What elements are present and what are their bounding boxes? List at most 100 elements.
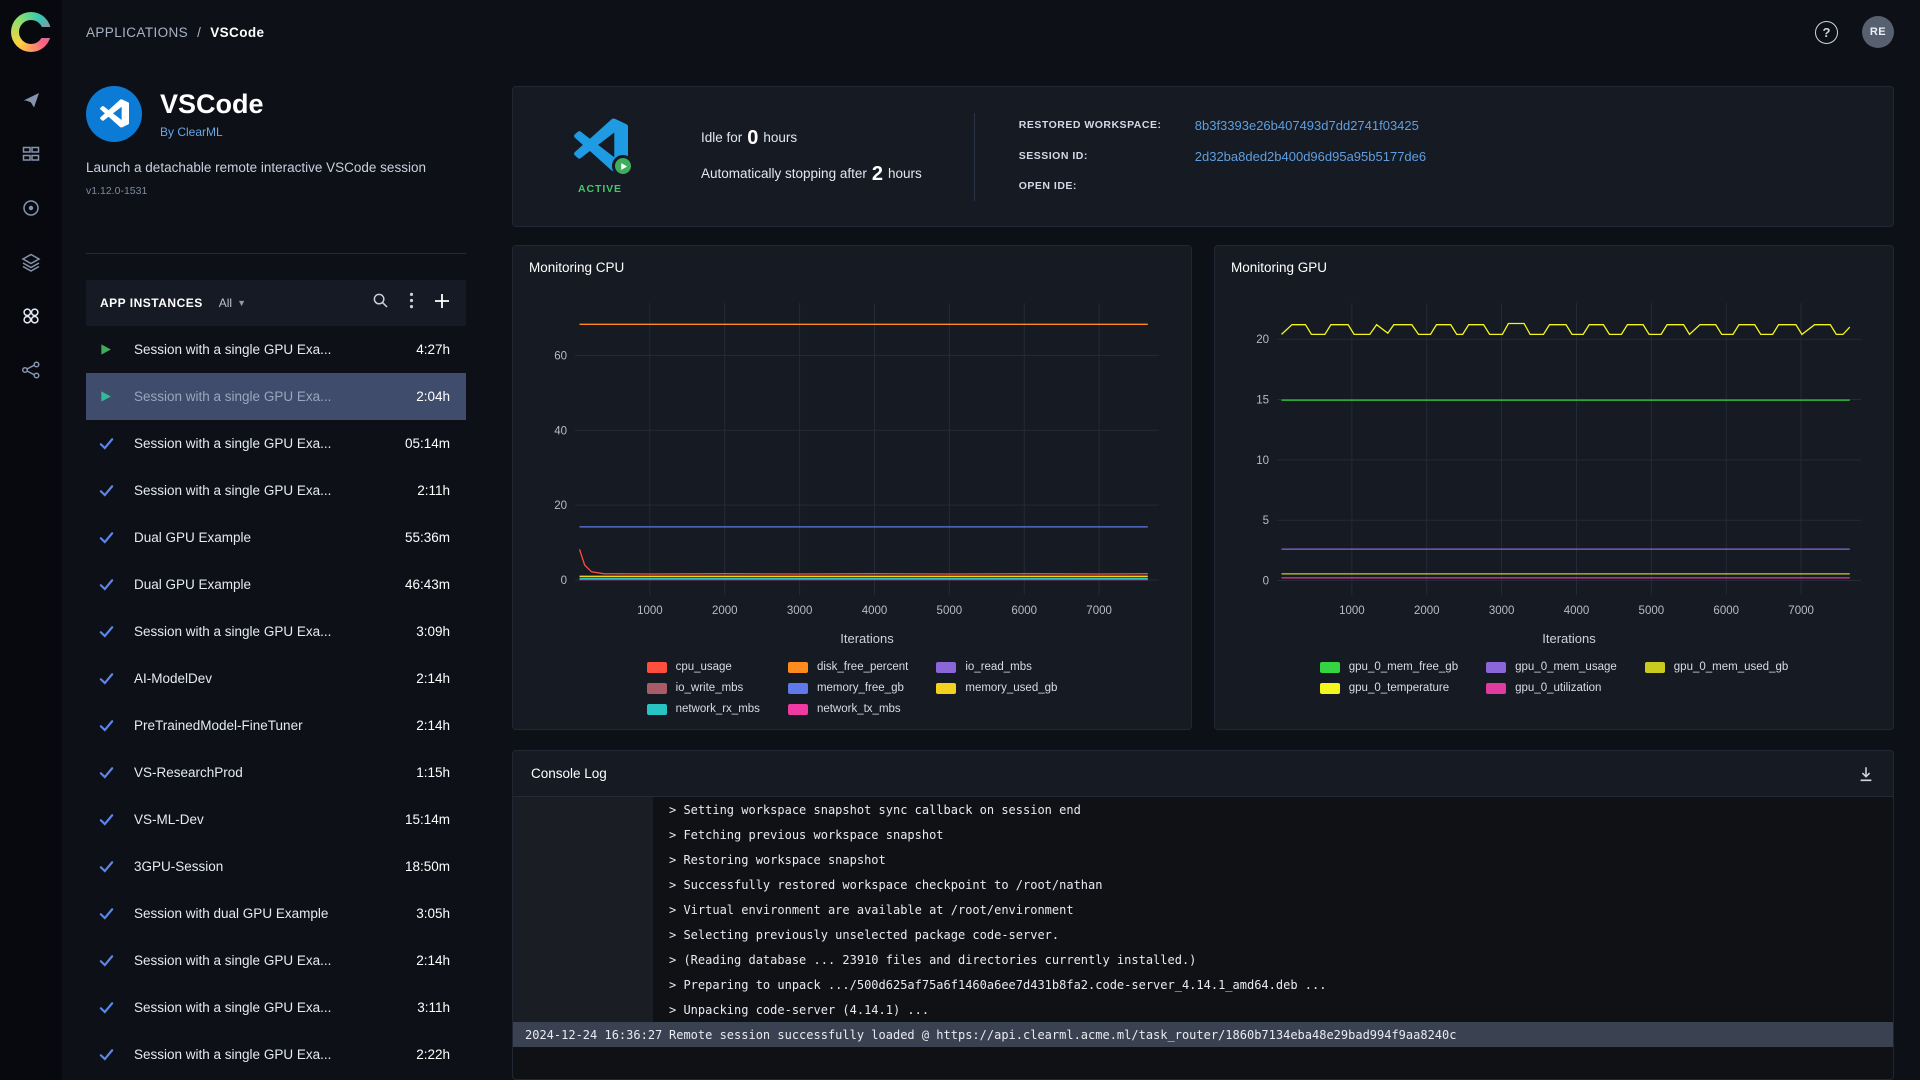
top-bar: APPLICATIONS/VSCode ? RE <box>62 0 1920 64</box>
download-log-icon[interactable] <box>1857 765 1875 783</box>
list-item[interactable]: Session with dual GPU Example3:05h <box>86 890 466 937</box>
instance-duration: 15:14m <box>405 812 450 827</box>
list-item[interactable]: Session with a single GPU Exa...4:27h <box>86 326 466 373</box>
console-log[interactable]: > Setting workspace snapshot sync callba… <box>513 797 1893 1079</box>
avatar[interactable]: RE <box>1862 16 1894 48</box>
list-item[interactable]: Session with a single GPU Exa...3:09h <box>86 608 466 655</box>
console-text: > Preparing to unpack .../500d625af75a6f… <box>653 978 1326 992</box>
launch-icon[interactable] <box>21 90 41 110</box>
clearml-logo[interactable] <box>11 12 51 52</box>
breadcrumb-applications[interactable]: APPLICATIONS <box>86 25 188 40</box>
status-timers: Idle for0hours Automatically stopping af… <box>701 127 922 186</box>
list-item[interactable]: Session with a single GPU Exa...3:11h <box>86 984 466 1031</box>
vscode-app-icon <box>86 86 142 142</box>
field-value[interactable]: 2d32ba8ded2b400d96d95a95b5177de6 <box>1195 149 1426 165</box>
field-value[interactable]: 8b3f3393e26b407493d7dd2741f03425 <box>1195 118 1426 134</box>
console-line: > Virtual environment are available at /… <box>513 897 1893 922</box>
svg-text:10: 10 <box>1256 455 1269 467</box>
instance-label: Session with a single GPU Exa... <box>134 483 407 498</box>
field-label: SESSION ID: <box>1019 149 1169 164</box>
legend-item[interactable]: network_rx_mbs <box>647 703 760 715</box>
legend-swatch <box>788 662 808 673</box>
list-item[interactable]: 3GPU-Session18:50m <box>86 843 466 890</box>
list-item[interactable]: PreTrainedModel-FineTuner2:14h <box>86 702 466 749</box>
legend-item[interactable]: network_tx_mbs <box>788 703 908 715</box>
legend-item[interactable]: io_read_mbs <box>936 661 1057 673</box>
list-item[interactable]: Session with a single GPU Exa... 2:11h <box>86 467 466 514</box>
status-fields: RESTORED WORKSPACE:8b3f3393e26b407493d7d… <box>1019 118 1426 194</box>
legend-label: memory_free_gb <box>817 682 904 694</box>
instance-label: Session with a single GPU Exa... <box>134 342 406 357</box>
legend-label: io_write_mbs <box>676 682 744 694</box>
clearml-logo-inner <box>19 20 43 44</box>
instances-filter[interactable]: All▼ <box>219 296 246 310</box>
console-line: > Fetching previous workspace snapshot <box>513 822 1893 847</box>
svg-text:Iterations: Iterations <box>1542 631 1596 646</box>
datasets-icon[interactable] <box>21 252 41 272</box>
completed-icon <box>98 576 134 593</box>
cpu-chart: 10002000300040005000600070000204060Itera… <box>529 277 1175 657</box>
list-item[interactable]: Session with a single GPU Exa...05:14m <box>86 420 466 467</box>
autostop-hours-value: 2 <box>872 163 883 185</box>
legend-label: gpu_0_mem_free_gb <box>1349 661 1458 673</box>
instance-label: Session with a single GPU Exa... <box>134 1000 407 1015</box>
console-timestamp <box>513 922 653 947</box>
projects-icon[interactable] <box>21 144 41 164</box>
legend-swatch <box>936 683 956 694</box>
list-item[interactable]: Dual GPU Example46:43m <box>86 561 466 608</box>
instance-duration: 2:11h <box>417 483 450 498</box>
kebab-menu-icon[interactable] <box>409 292 414 314</box>
instance-duration: 1:15h <box>416 765 450 780</box>
instance-label: Session with a single GPU Exa... <box>134 436 395 451</box>
idle-text: Idle for0hours <box>701 127 922 150</box>
add-instance-button[interactable] <box>434 293 450 314</box>
legend-item[interactable]: gpu_0_mem_free_gb <box>1320 661 1458 673</box>
applications-icon[interactable] <box>21 306 41 326</box>
legend-item[interactable]: gpu_0_utilization <box>1486 682 1617 694</box>
autostop-text: Automatically stopping after2hours <box>701 163 922 186</box>
list-item[interactable]: Dual GPU Example55:36m <box>86 514 466 561</box>
legend-swatch <box>1645 662 1665 673</box>
search-icon[interactable] <box>372 292 389 314</box>
list-item[interactable]: Session with a single GPU Exa...2:14h <box>86 937 466 984</box>
instance-label: AI-ModelDev <box>134 671 406 686</box>
console-text: > (Reading database ... 23910 files and … <box>653 953 1196 967</box>
field-label: OPEN IDE: <box>1019 179 1169 194</box>
list-item[interactable]: VS-ML-Dev15:14m <box>86 796 466 843</box>
cpu-chart-title: Monitoring CPU <box>529 260 1175 275</box>
legend-item[interactable]: memory_free_gb <box>788 682 908 694</box>
help-icon[interactable]: ? <box>1815 21 1838 44</box>
legend-swatch <box>788 704 808 715</box>
svg-text:1000: 1000 <box>637 605 663 617</box>
breadcrumb: APPLICATIONS/VSCode <box>86 25 264 40</box>
legend-item[interactable]: memory_used_gb <box>936 682 1057 694</box>
completed-icon <box>98 482 134 499</box>
list-item[interactable]: VS-ResearchProd1:15h <box>86 749 466 796</box>
workers-icon[interactable] <box>21 198 41 218</box>
console-text: > Fetching previous workspace snapshot <box>653 828 944 842</box>
list-item[interactable]: AI-ModelDev2:14h <box>86 655 466 702</box>
legend-item[interactable]: disk_free_percent <box>788 661 908 673</box>
svg-text:2000: 2000 <box>712 605 738 617</box>
console-text: > Virtual environment are available at /… <box>653 903 1074 917</box>
gpu-chart-card: Monitoring GPU 1000200030004000500060007… <box>1214 245 1894 730</box>
instance-duration: 2:22h <box>416 1047 450 1062</box>
legend-item[interactable]: gpu_0_mem_used_gb <box>1645 661 1788 673</box>
list-item[interactable]: Session with a single GPU Exa...2:22h <box>86 1031 466 1078</box>
console-line: > Preparing to unpack .../500d625af75a6f… <box>513 972 1893 997</box>
legend-item[interactable]: gpu_0_temperature <box>1320 682 1458 694</box>
legend-item[interactable]: gpu_0_mem_usage <box>1486 661 1617 673</box>
legend-item[interactable]: cpu_usage <box>647 661 760 673</box>
gpu-chart-title: Monitoring GPU <box>1231 260 1877 275</box>
instance-label: Session with a single GPU Exa... <box>134 624 406 639</box>
status-card: ACTIVE Idle for0hours Automatically stop… <box>512 86 1894 227</box>
console-timestamp <box>513 847 653 872</box>
completed-icon <box>98 764 134 781</box>
completed-icon <box>98 905 134 922</box>
instance-label: Dual GPU Example <box>134 530 395 545</box>
pipelines-icon[interactable] <box>21 360 41 380</box>
app-author-link[interactable]: By ClearML <box>160 125 264 139</box>
list-item[interactable]: Session with a single GPU Exa...2:04h <box>86 373 466 420</box>
legend-item[interactable]: io_write_mbs <box>647 682 760 694</box>
console-line: > Successfully restored workspace checkp… <box>513 872 1893 897</box>
